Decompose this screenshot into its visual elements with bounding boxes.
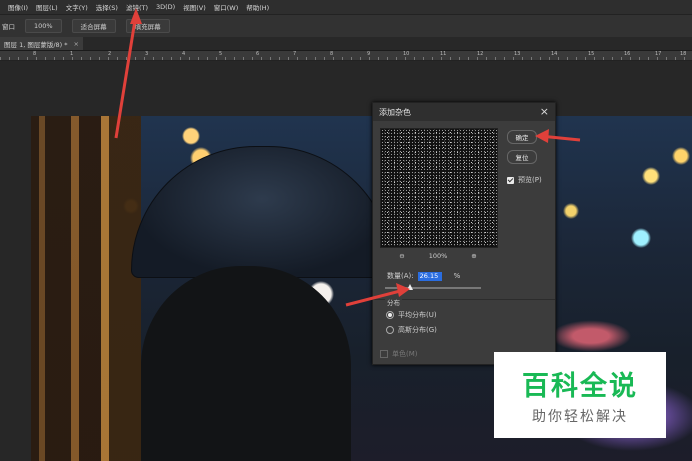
ruler-label: 7 <box>293 51 297 57</box>
options-bar: 窗口 100% 适合屏幕 填充屏幕 <box>0 14 692 38</box>
monochromatic-checkbox[interactable]: 单色(M) <box>380 349 418 359</box>
horizontal-ruler: 8 1 2 3 4 5 6 7 8 9 10 11 12 13 14 15 16… <box>0 51 692 61</box>
zoom-level: 100% <box>428 252 448 260</box>
reset-button[interactable]: 复位 <box>507 150 537 164</box>
uniform-radio[interactable]: 平均分布(U) <box>386 310 437 320</box>
menu-bar: 图像(I) 图层(L) 文字(Y) 选择(S) 滤镜(T) 3D(D) 视图(V… <box>0 0 692 14</box>
gaussian-radio[interactable]: 高斯分布(G) <box>386 325 437 335</box>
amount-input[interactable]: 26.15 <box>417 271 442 281</box>
ruler-label: 12 <box>477 51 484 57</box>
ok-button[interactable]: 确定 <box>507 130 537 144</box>
zoom-100-button[interactable]: 100% <box>25 19 62 33</box>
menu-type[interactable]: 文字(Y) <box>66 2 88 12</box>
amount-row: 数量(A): 26.15 % <box>387 271 460 281</box>
ruler-label: 13 <box>514 51 521 57</box>
watermark-subtitle: 助你轻松解决 <box>532 409 628 425</box>
menu-image[interactable]: 图像(I) <box>8 2 28 12</box>
ruler-label: 4 <box>182 51 186 57</box>
menu-3d[interactable]: 3D(D) <box>156 3 175 11</box>
dialog-titlebar[interactable]: 添加杂色 <box>373 103 555 121</box>
radio-unselected-icon <box>386 326 394 334</box>
preview-zoom-row: ⊖ 100% ⊕ <box>380 251 496 261</box>
close-icon[interactable]: × <box>74 40 79 48</box>
ruler-label: 15 <box>588 51 595 57</box>
slider-thumb[interactable] <box>407 284 414 290</box>
uniform-label: 平均分布(U) <box>398 311 437 319</box>
ruler-label: 11 <box>440 51 447 57</box>
document-tab-bar: 图层 1, 图层蒙版/8) * × <box>0 37 692 51</box>
fill-screen-button[interactable]: 填充屏幕 <box>125 19 170 33</box>
checkbox-checked-icon <box>507 176 514 184</box>
watermark-logo: 百科全说 助你轻松解决 <box>494 352 666 438</box>
document-tab[interactable]: 图层 1, 图层蒙版/8) * × <box>0 37 83 50</box>
watermark-title: 百科全说 <box>522 371 638 402</box>
amount-slider[interactable] <box>385 284 481 290</box>
ruler-label: 18 <box>680 51 687 57</box>
dialog-title: 添加杂色 <box>379 107 411 117</box>
checkbox-icon <box>380 350 388 358</box>
ruler-label: 9 <box>367 51 371 57</box>
zoom-out-icon[interactable]: ⊖ <box>399 252 404 260</box>
ruler-label: 5 <box>219 51 223 57</box>
add-noise-dialog: 添加杂色 × ⊖ 100% ⊕ 确定 复位 预览(P) 数量(A): 26.15… <box>372 102 556 365</box>
menu-help[interactable]: 帮助(H) <box>246 2 269 12</box>
ruler-label: 6 <box>256 51 260 57</box>
preview-checkbox-label: 预览(P) <box>518 176 542 184</box>
menu-window[interactable]: 窗口(W) <box>214 2 239 12</box>
menu-layer[interactable]: 图层(L) <box>36 2 58 12</box>
photo-poles <box>31 116 141 461</box>
ruler-label: 2 <box>108 51 112 57</box>
photo-umbrella <box>131 146 393 278</box>
ruler-label: 14 <box>551 51 558 57</box>
menu-select[interactable]: 选择(S) <box>96 2 118 12</box>
preview-checkbox[interactable]: 预览(P) <box>507 175 542 185</box>
close-icon[interactable]: × <box>540 105 549 118</box>
options-window-label: 窗口 <box>2 23 15 31</box>
ruler-label: 10 <box>403 51 410 57</box>
noise-preview[interactable] <box>380 128 498 248</box>
zoom-in-icon[interactable]: ⊕ <box>471 252 476 260</box>
ruler-label: 3 <box>145 51 149 57</box>
ruler-label: 1 <box>70 51 74 57</box>
distribution-label: 分布 <box>385 297 402 307</box>
ruler-label: 8 <box>33 51 37 57</box>
ruler-label: 8 <box>330 51 334 57</box>
monochromatic-label: 单色(M) <box>392 350 418 358</box>
menu-filter[interactable]: 滤镜(T) <box>126 2 148 12</box>
ruler-label: 17 <box>655 51 662 57</box>
menu-view[interactable]: 视图(V) <box>183 2 206 12</box>
ruler-label: 16 <box>624 51 631 57</box>
amount-unit: % <box>453 272 461 280</box>
gaussian-label: 高斯分布(G) <box>398 326 437 334</box>
document-tab-label: 图层 1, 图层蒙版/8) * <box>4 40 68 49</box>
radio-selected-icon <box>386 311 394 319</box>
photo-person <box>141 266 351 461</box>
fit-screen-button[interactable]: 适合屏幕 <box>71 19 116 33</box>
amount-label: 数量(A): <box>387 272 414 280</box>
